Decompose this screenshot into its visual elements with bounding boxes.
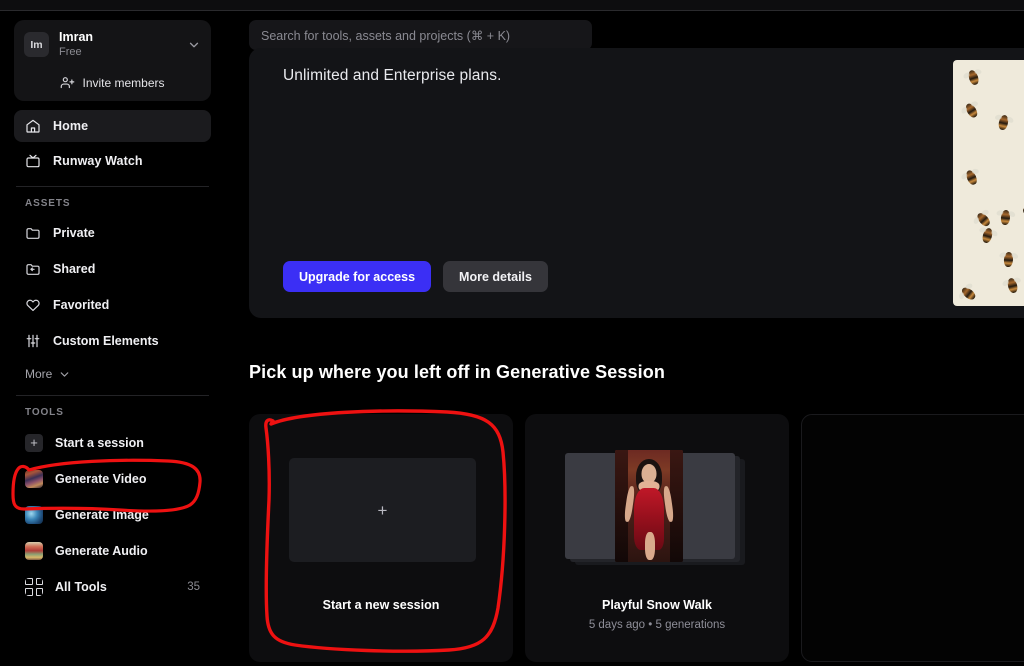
account-name: Imran xyxy=(59,30,94,44)
more-details-button[interactable]: More details xyxy=(443,261,548,292)
sidebar-more-toggle[interactable]: More xyxy=(14,362,211,386)
sidebar-item-generate-audio[interactable]: Generate Audio xyxy=(14,535,211,566)
sidebar-item-favorited-label: Favorited xyxy=(53,298,110,312)
grid-icon xyxy=(25,577,43,596)
chevron-down-icon xyxy=(189,42,199,47)
sidebar-item-start-a-session[interactable]: + Start a session xyxy=(14,427,211,458)
sidebar-item-generate-image-label: Generate Image xyxy=(55,507,149,522)
search-placeholder: Search for tools, assets and projects (⌘… xyxy=(261,28,511,43)
session-card-empty[interactable] xyxy=(801,414,1024,662)
session-cards: + Start a new session Playful Snow Walk … xyxy=(249,414,1024,662)
sidebar-item-custom-elements-label: Custom Elements xyxy=(53,334,159,348)
upgrade-for-access-button[interactable]: Upgrade for access xyxy=(283,261,432,292)
promo-banner: Unlimited and Enterprise plans. Upgrade … xyxy=(249,48,1024,318)
sidebar-item-custom-elements[interactable]: Custom Elements xyxy=(14,326,211,356)
all-tools-count: 35 xyxy=(187,580,200,593)
session-card-meta: 5 days ago • 5 generations xyxy=(588,619,726,631)
heart-icon xyxy=(26,299,40,312)
sidebar-divider-2 xyxy=(16,395,209,396)
account-card: Im Imran Free Invite members xyxy=(14,20,211,101)
page-title: Pick up where you left off in Generative… xyxy=(249,362,665,382)
main-content: Search for tools, assets and projects (⌘… xyxy=(225,11,1024,666)
image-thumbnail-icon xyxy=(25,505,43,524)
sidebar-item-generate-video[interactable]: Generate Video xyxy=(14,463,211,494)
sidebar: Im Imran Free Invite members Home Runway… xyxy=(0,11,225,666)
sidebar-item-generate-image[interactable]: Generate Image xyxy=(14,499,211,530)
session-thumbnail-stack xyxy=(565,450,748,568)
plus-thumbnail-icon: + xyxy=(25,433,43,452)
tools-section-label: TOOLS xyxy=(25,407,64,418)
account-switcher[interactable]: Im Imran Free xyxy=(14,20,211,67)
start-new-session-card[interactable]: + Start a new session xyxy=(249,414,513,662)
folder-icon xyxy=(26,228,40,239)
runway-home-page: Im Imran Free Invite members Home Runway… xyxy=(0,0,1024,666)
sidebar-item-all-tools[interactable]: All Tools 35 xyxy=(14,571,211,602)
audio-thumbnail-icon xyxy=(25,541,43,560)
sidebar-item-private-label: Private xyxy=(53,226,95,240)
chevron-down-icon xyxy=(60,371,69,377)
invite-members-button[interactable]: Invite members xyxy=(14,67,211,101)
sidebar-item-start-a-session-label: Start a session xyxy=(55,435,144,450)
sidebar-item-favorited[interactable]: Favorited xyxy=(14,290,211,320)
plus-icon: + xyxy=(289,458,476,562)
sidebar-item-shared[interactable]: Shared xyxy=(14,254,211,284)
tv-icon xyxy=(26,154,40,168)
bees-photo xyxy=(953,60,1024,306)
sidebar-item-home-label: Home xyxy=(53,119,89,133)
add-person-icon xyxy=(61,77,75,89)
sidebar-item-shared-label: Shared xyxy=(53,262,96,276)
sidebar-item-runway-watch[interactable]: Runway Watch xyxy=(14,145,211,177)
assets-section-label: ASSETS xyxy=(25,198,71,209)
avatar: Im xyxy=(24,32,49,57)
sidebar-item-generate-audio-label: Generate Audio xyxy=(55,543,148,558)
invite-members-label: Invite members xyxy=(82,75,165,90)
video-thumbnail-icon xyxy=(25,469,43,488)
session-card-playful-snow-walk[interactable]: Playful Snow Walk 5 days ago • 5 generat… xyxy=(525,414,789,662)
search-input[interactable]: Search for tools, assets and projects (⌘… xyxy=(249,20,592,50)
promo-banner-text: Unlimited and Enterprise plans. xyxy=(283,67,502,84)
sidebar-item-runway-watch-label: Runway Watch xyxy=(53,154,143,168)
sidebar-more-label: More xyxy=(25,367,53,381)
account-plan: Free xyxy=(59,46,82,58)
window-chrome xyxy=(0,0,1024,11)
start-new-session-title: Start a new session xyxy=(322,598,440,612)
session-card-title: Playful Snow Walk xyxy=(602,598,712,612)
folder-shared-icon xyxy=(26,264,40,275)
sidebar-item-private[interactable]: Private xyxy=(14,218,211,248)
sidebar-item-all-tools-label: All Tools xyxy=(55,579,107,594)
sliders-icon xyxy=(26,334,40,348)
account-text: Imran Free xyxy=(59,30,187,59)
session-preview-photo xyxy=(615,450,683,562)
sidebar-item-home[interactable]: Home xyxy=(14,110,211,142)
sidebar-divider-1 xyxy=(16,186,209,187)
home-icon xyxy=(26,119,40,133)
sidebar-item-generate-video-label: Generate Video xyxy=(55,471,147,486)
promo-banner-actions: Upgrade for access More details xyxy=(283,261,548,292)
